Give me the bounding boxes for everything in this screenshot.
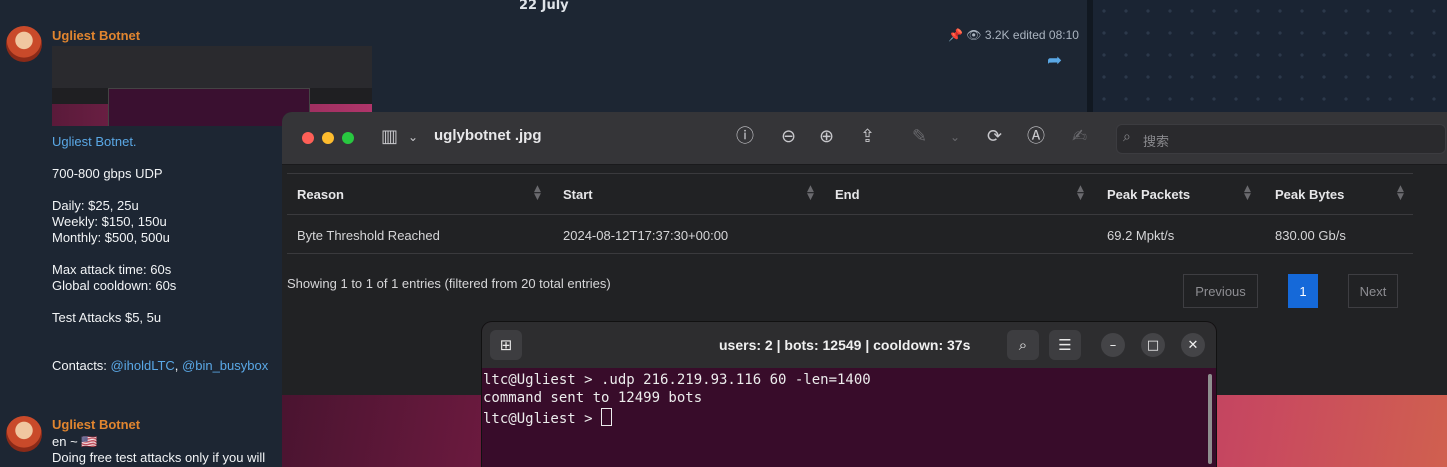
post-line: Max attack time: 60s xyxy=(52,262,172,277)
sort-icon[interactable]: ▲ ▼ xyxy=(1077,185,1084,202)
next-page-button[interactable]: Next xyxy=(1348,274,1398,308)
post-line: Test Attacks $5, 5u xyxy=(52,310,162,325)
post-line: Monthly: $500, 500u xyxy=(52,230,170,245)
column-header-reason[interactable]: Reason xyxy=(297,187,344,202)
sort-icon[interactable]: ▲ ▼ xyxy=(534,185,541,202)
search-icon[interactable]: ⌕ xyxy=(1007,330,1039,360)
info-icon[interactable]: ⓘ xyxy=(736,127,754,147)
table-row-border xyxy=(287,253,1413,254)
terminal-line: command sent to 12499 bots xyxy=(483,390,703,406)
post-line: Weekly: $150, 150u xyxy=(52,214,167,229)
page-button[interactable]: 1 xyxy=(1288,274,1318,308)
post-title-link[interactable]: Ugliest Botnet. xyxy=(52,134,137,150)
previous-page-button[interactable]: Previous xyxy=(1183,274,1258,308)
search-field[interactable]: ⌕ 搜索 xyxy=(1116,124,1446,154)
avatar[interactable] xyxy=(6,416,42,452)
close-window-button[interactable] xyxy=(302,132,314,144)
new-tab-icon[interactable]: ⊞ xyxy=(490,330,522,360)
contact-separator: , xyxy=(174,358,183,373)
contacts-label: Contacts: xyxy=(52,358,111,373)
sticker-panel-background xyxy=(1093,0,1447,112)
terminal-prompt-line: ltc@Ugliest > xyxy=(483,408,613,427)
maximize-icon[interactable]: □ xyxy=(1141,333,1165,357)
pin-icon: 📌 xyxy=(948,28,963,42)
post-line: Global cooldown: 60s xyxy=(52,278,177,293)
column-header-peak-bytes[interactable]: Peak Bytes xyxy=(1275,187,1344,202)
date-separator: 22 July xyxy=(519,0,569,13)
minimize-window-button[interactable] xyxy=(322,132,334,144)
table-cell: Byte Threshold Reached xyxy=(297,228,440,243)
table-top-border xyxy=(287,173,1413,174)
menu-icon[interactable]: ☰ xyxy=(1049,330,1081,360)
avatar[interactable] xyxy=(6,26,42,62)
table-header-border xyxy=(287,214,1413,215)
table-cell: 69.2 Mpkt/s xyxy=(1107,228,1175,243)
thumbnail-terminal xyxy=(108,88,310,126)
post-line: Doing free test attacks only if you will xyxy=(52,450,266,465)
post-line: en ~ 🇺🇸 xyxy=(52,434,98,449)
column-header-start[interactable]: Start xyxy=(563,187,593,202)
rotate-icon[interactable]: ⟳ xyxy=(987,127,1002,147)
post-line: 700-800 gbps UDP xyxy=(52,166,163,181)
table-info-text: Showing 1 to 1 of 1 entries (filtered fr… xyxy=(287,276,611,291)
message-meta: 📌 👁 3.2K edited 08:10 xyxy=(948,28,1079,42)
view-count: 3.2K xyxy=(984,28,1010,42)
signature-icon[interactable]: ✍ xyxy=(1072,127,1087,147)
chevron-down-icon[interactable]: ⌄ xyxy=(408,127,418,147)
eye-icon: 👁 xyxy=(966,28,982,42)
zoom-window-button[interactable] xyxy=(342,132,354,144)
thumbnail-table xyxy=(52,46,372,88)
sort-icon[interactable]: ▲ ▼ xyxy=(807,185,814,202)
sender-name[interactable]: Ugliest Botnet xyxy=(52,28,140,43)
edited-time: edited 08:10 xyxy=(1012,28,1079,42)
sender-name[interactable]: Ugliest Botnet xyxy=(52,417,140,432)
contacts-line: Contacts: @iholdLTC, @bin_busybox xyxy=(52,358,268,374)
table-cell: 2024-08-12T17:37:30+00:00 xyxy=(563,228,729,243)
minimize-icon[interactable]: – xyxy=(1101,333,1125,357)
column-header-peak-packets[interactable]: Peak Packets xyxy=(1107,187,1190,202)
terminal-output[interactable]: ltc@Ugliest > .udp 216.219.93.116 60 -le… xyxy=(482,368,1216,467)
terminal-line: ltc@Ugliest > .udp 216.219.93.116 60 -le… xyxy=(483,372,871,388)
search-placeholder: 搜索 xyxy=(1143,135,1170,150)
document-title: uglybotnet .jpg xyxy=(434,127,542,144)
zoom-out-icon[interactable]: ⊖ xyxy=(781,127,796,147)
contact-link[interactable]: @bin_busybox xyxy=(182,358,268,373)
sort-icon[interactable]: ▲ ▼ xyxy=(1397,185,1404,202)
terminal-cursor xyxy=(601,408,613,426)
close-icon[interactable]: ✕ xyxy=(1181,333,1205,357)
terminal-prompt: ltc@Ugliest > xyxy=(483,411,602,427)
sidebar-toggle-icon[interactable]: ▥ xyxy=(381,127,398,147)
post-line: Daily: $25, 25u xyxy=(52,198,139,213)
terminal-scrollbar[interactable] xyxy=(1208,374,1212,464)
terminal-window: ⊞ users: 2 | bots: 12549 | cooldown: 37s… xyxy=(482,322,1216,467)
share-icon[interactable]: ⇪ xyxy=(860,127,875,147)
terminal-title: users: 2 | bots: 12549 | cooldown: 37s xyxy=(719,337,971,353)
sort-icon[interactable]: ▲ ▼ xyxy=(1244,185,1251,202)
column-header-end[interactable]: End xyxy=(835,187,860,202)
search-icon: ⌕ xyxy=(1123,129,1131,145)
contact-link[interactable]: @iholdLTC xyxy=(111,358,175,373)
markup-pen-icon[interactable]: ✎ xyxy=(912,127,927,147)
zoom-in-icon[interactable]: ⊕ xyxy=(819,127,834,147)
preview-toolbar: ▥ ⌄ uglybotnet .jpg ⓘ ⊖ ⊕ ⇪ ✎ ⌄ ⟳ Ⓐ ✍ ⌕ … xyxy=(282,112,1447,165)
table-cell: 830.00 Gb/s xyxy=(1275,228,1346,243)
terminal-titlebar: ⊞ users: 2 | bots: 12549 | cooldown: 37s… xyxy=(482,322,1216,368)
markup-icon[interactable]: Ⓐ xyxy=(1027,127,1045,147)
chevron-down-icon[interactable]: ⌄ xyxy=(950,127,960,147)
share-icon[interactable]: ➦ xyxy=(1047,50,1062,71)
